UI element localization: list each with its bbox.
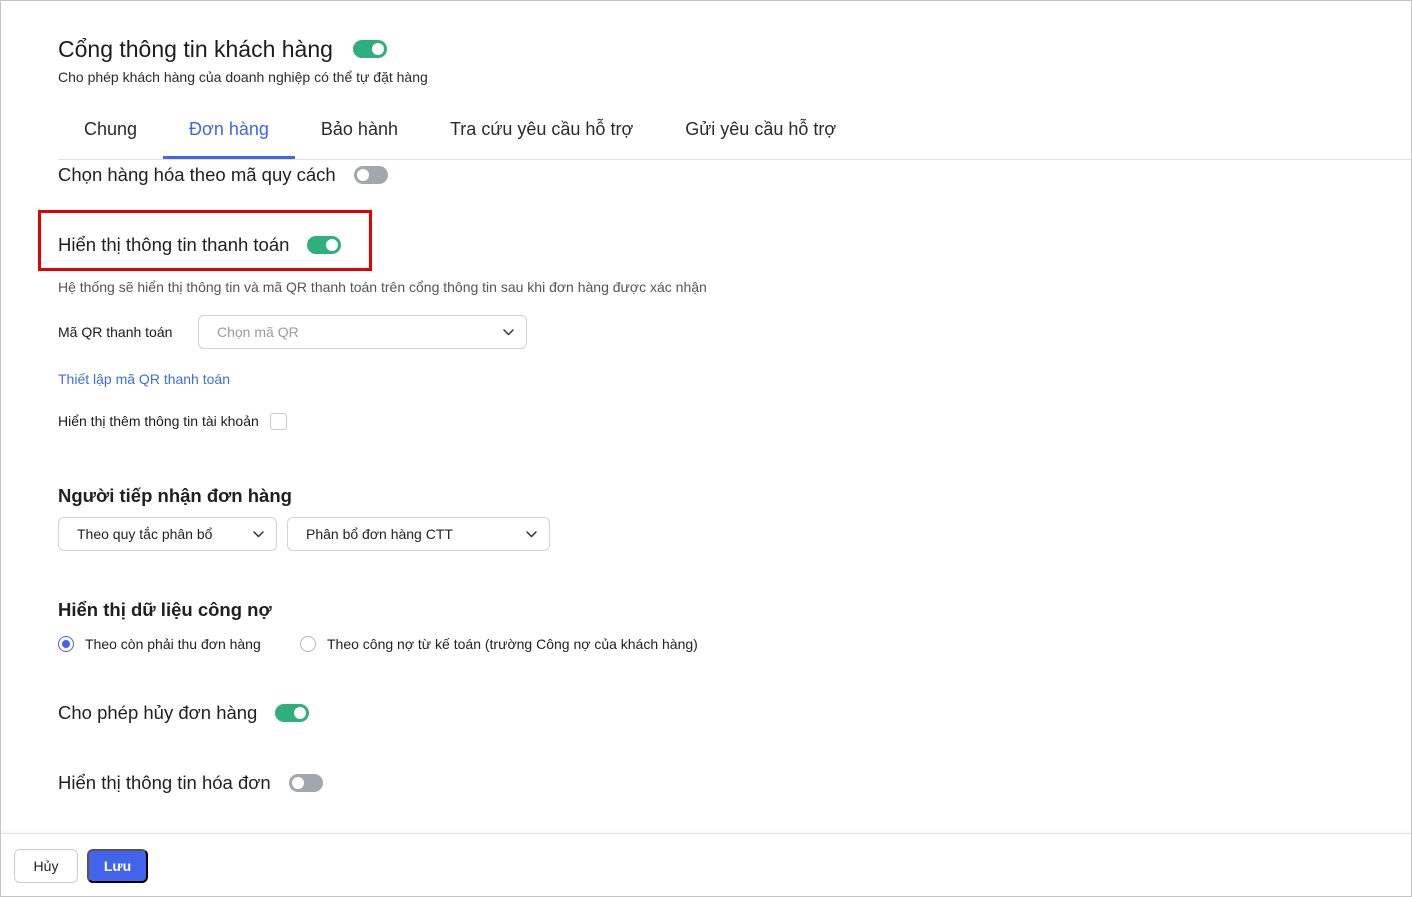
tab-support-request[interactable]: Gửi yêu cầu hỗ trợ xyxy=(659,108,862,159)
show-account-info-label: Hiển thị thêm thông tin tài khoản xyxy=(58,413,259,429)
tab-warranty[interactable]: Bảo hành xyxy=(295,108,424,159)
setting-label: Cho phép hủy đơn hàng xyxy=(58,702,258,723)
qr-code-label: Mã QR thanh toán xyxy=(58,324,173,340)
setting-label: Chọn hàng hóa theo mã quy cách xyxy=(58,164,336,185)
tab-label: Tra cứu yêu cầu hỗ trợ xyxy=(449,119,634,139)
cancel-button[interactable]: Hủy xyxy=(14,849,78,883)
setting-label: Hiển thị thông tin hóa đơn xyxy=(58,772,271,793)
footer-bar: Hủy Lưu xyxy=(0,833,1412,897)
setting-select-by-spec-code: Chọn hàng hóa theo mã quy cách xyxy=(58,163,388,187)
tab-support-lookup[interactable]: Tra cứu yêu cầu hỗ trợ xyxy=(424,108,659,159)
radio-button[interactable] xyxy=(300,636,316,652)
tab-orders[interactable]: Đơn hàng xyxy=(163,108,295,159)
tab-label: Gửi yêu cầu hỗ trợ xyxy=(685,119,837,139)
chevron-down-icon xyxy=(503,329,514,336)
payment-info-description: Hệ thống sẽ hiển thị thông tin và mã QR … xyxy=(58,279,707,295)
show-account-info-field: Hiển thị thêm thông tin tài khoản xyxy=(58,411,287,431)
portal-enable-toggle[interactable] xyxy=(352,40,387,58)
save-button[interactable]: Lưu xyxy=(87,849,148,883)
radio-label: Theo còn phải thu đơn hàng xyxy=(85,636,261,652)
allow-cancel-toggle[interactable] xyxy=(275,704,310,722)
tab-label: Bảo hành xyxy=(320,119,398,139)
page-title: Cổng thông tin khách hàng xyxy=(58,36,333,62)
chevron-down-icon xyxy=(253,531,264,538)
qr-code-select[interactable]: Chọn mã QR xyxy=(198,315,527,349)
spec-code-toggle[interactable] xyxy=(353,166,388,184)
setting-show-payment-info: Hiển thị thông tin thanh toán xyxy=(58,233,342,257)
receiver-rule-value: Phân bổ đơn hàng CTT xyxy=(306,526,453,542)
radio-label: Theo công nợ từ kế toán (trường Công nợ … xyxy=(327,636,698,652)
radio-button[interactable] xyxy=(58,636,74,652)
setting-show-invoice-info: Hiển thị thông tin hóa đơn xyxy=(58,771,323,795)
debt-display-heading: Hiển thị dữ liệu công nợ xyxy=(58,599,272,620)
setting-label: Hiển thị thông tin thanh toán xyxy=(58,234,290,255)
order-receiver-heading: Người tiếp nhận đơn hàng xyxy=(58,485,292,506)
page-subtitle: Cho phép khách hàng của doanh nghiệp có … xyxy=(58,69,428,85)
receiver-mode-select[interactable]: Theo quy tắc phân bổ xyxy=(58,517,277,551)
customer-portal-settings: Cổng thông tin khách hàng Cho phép khách… xyxy=(0,0,1412,897)
portal-header: Cổng thông tin khách hàng xyxy=(58,34,387,64)
qr-setup-link[interactable]: Thiết lập mã QR thanh toán xyxy=(58,370,230,388)
tab-bar: Chung Đơn hàng Bảo hành Tra cứu yêu cầu … xyxy=(58,108,1412,160)
tab-label: Đơn hàng xyxy=(189,119,269,139)
setting-allow-cancel: Cho phép hủy đơn hàng xyxy=(58,701,310,725)
debt-option-accounting[interactable]: Theo công nợ từ kế toán (trường Công nợ … xyxy=(300,634,698,654)
debt-option-order-receivable[interactable]: Theo còn phải thu đơn hàng xyxy=(58,634,261,654)
show-account-info-checkbox[interactable] xyxy=(269,412,287,430)
chevron-down-icon xyxy=(526,531,537,538)
tab-general[interactable]: Chung xyxy=(58,108,163,159)
receiver-rule-select[interactable]: Phân bổ đơn hàng CTT xyxy=(287,517,550,551)
qr-code-field: Mã QR thanh toán Chọn mã QR xyxy=(58,315,528,349)
payment-info-toggle[interactable] xyxy=(307,236,342,254)
qr-code-placeholder: Chọn mã QR xyxy=(217,324,299,340)
invoice-info-toggle[interactable] xyxy=(288,774,323,792)
receiver-mode-value: Theo quy tắc phân bổ xyxy=(77,526,213,542)
order-receiver-fields: Theo quy tắc phân bổ Phân bổ đơn hàng CT… xyxy=(58,517,551,551)
tab-label: Chung xyxy=(84,119,138,139)
